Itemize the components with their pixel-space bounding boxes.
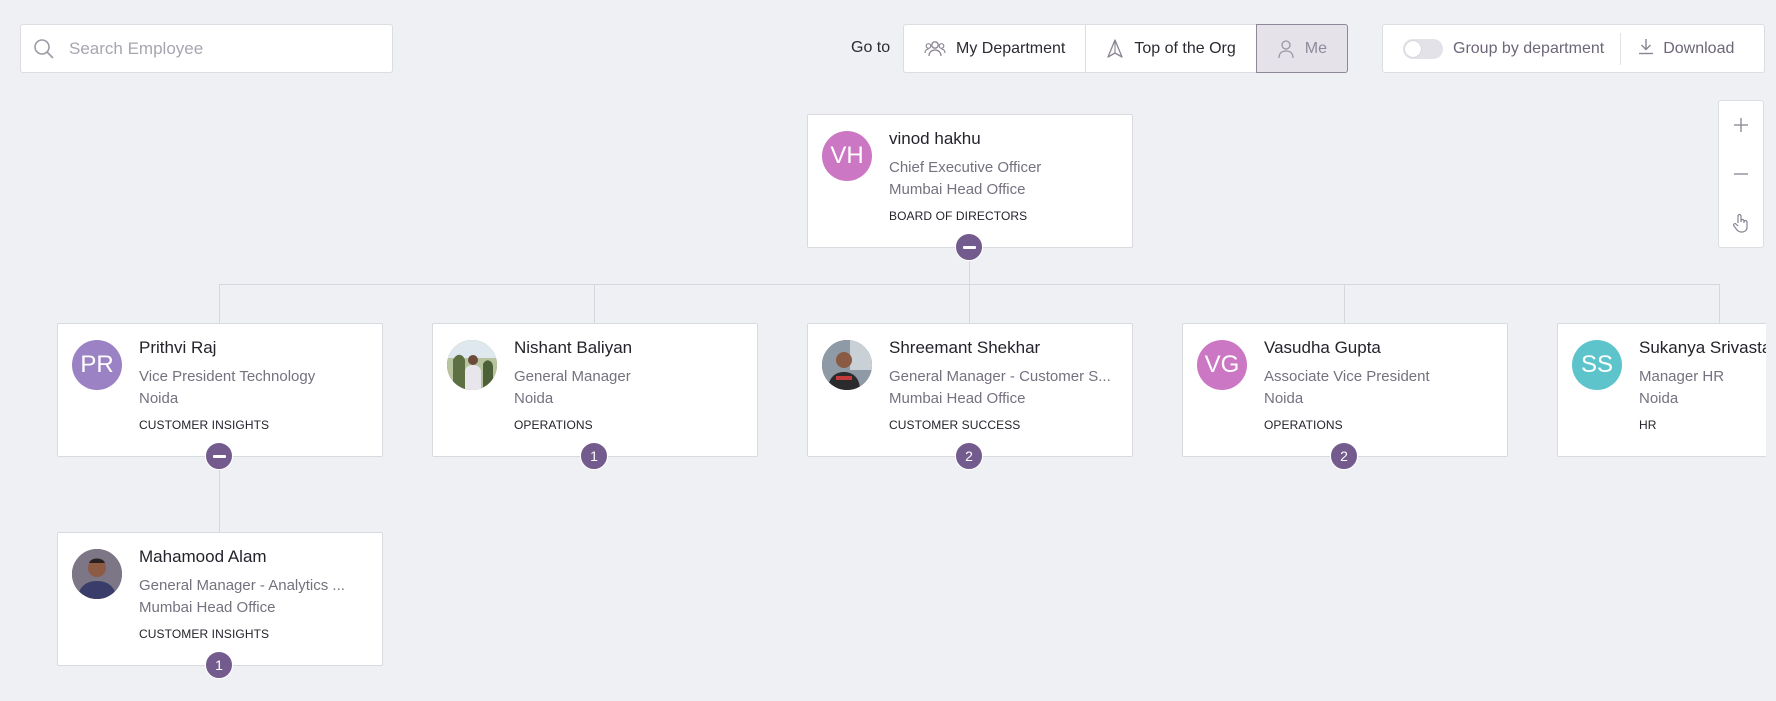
employee-title: General Manager - Customer S...: [889, 368, 1111, 385]
employee-title: Vice President Technology: [139, 368, 316, 385]
collapse-button[interactable]: [205, 442, 233, 470]
employee-department: CUSTOMER INSIGHTS: [139, 627, 270, 641]
employee-department: OPERATIONS: [1264, 418, 1343, 432]
employee-card[interactable]: VG Vasudha Gupta Associate Vice Presiden…: [1182, 323, 1508, 457]
employee-location: Noida: [514, 390, 554, 407]
employee-title: Chief Executive Officer: [889, 159, 1042, 176]
employee-location: Noida: [1264, 390, 1304, 407]
employee-name: Nishant Baliyan: [514, 338, 633, 357]
employee-card[interactable]: PR Prithvi Raj Vice President Technology…: [57, 323, 383, 457]
avatar: SS: [1572, 340, 1622, 390]
avatar-photo: [447, 340, 497, 390]
avatar-initials: PR: [80, 351, 114, 378]
avatar: VH: [822, 131, 872, 181]
avatar-photo: [72, 549, 122, 599]
employee-location: Mumbai Head Office: [889, 181, 1026, 198]
employee-department: BOARD OF DIRECTORS: [889, 209, 1028, 223]
employee-card[interactable]: SS Sukanya Srivastava Manager HR Noida H…: [1557, 323, 1766, 457]
employee-title: General Manager - Analytics ...: [139, 577, 345, 594]
connector-report-2: [594, 284, 595, 323]
employee-name: vinod hakhu: [889, 129, 981, 148]
connector-report-4: [1344, 284, 1345, 323]
connector-report-3: [969, 284, 970, 323]
connector-report-1: [219, 284, 220, 323]
employee-name: Sukanya Srivastava: [1639, 338, 1766, 357]
minus-icon: [962, 245, 976, 249]
employee-card[interactable]: Nishant Baliyan General Manager Noida OP…: [432, 323, 758, 457]
employee-department: CUSTOMER INSIGHTS: [139, 418, 270, 432]
employee-department: CUSTOMER SUCCESS: [889, 418, 1021, 432]
employee-title: Manager HR: [1639, 368, 1725, 385]
employee-name: Prithvi Raj: [139, 338, 217, 357]
org-chart-canvas: VH vinod hakhu Chief Executive Officer M…: [0, 0, 1766, 701]
employee-name: Shreemant Shekhar: [889, 338, 1041, 357]
avatar-initials: VG: [1204, 351, 1240, 378]
employee-location: Noida: [1639, 390, 1679, 407]
direct-reports-count-badge[interactable]: 1: [580, 442, 608, 470]
employee-department: OPERATIONS: [514, 418, 593, 432]
employee-location: Mumbai Head Office: [139, 599, 276, 616]
avatar-photo: [822, 340, 872, 390]
minus-icon: [212, 454, 226, 458]
direct-reports-count-badge[interactable]: 1: [205, 651, 233, 679]
avatar-initials: VH: [830, 142, 864, 169]
employee-name: Vasudha Gupta: [1264, 338, 1381, 357]
employee-card[interactable]: Shreemant Shekhar General Manager - Cust…: [807, 323, 1133, 457]
employee-card[interactable]: Mahamood Alam General Manager - Analytic…: [57, 532, 383, 666]
avatar: PR: [72, 340, 122, 390]
direct-reports-count-badge[interactable]: 2: [1330, 442, 1358, 470]
avatar: VG: [1197, 340, 1247, 390]
employee-title: General Manager: [514, 368, 631, 385]
employee-department: HR: [1639, 418, 1657, 432]
employee-location: Mumbai Head Office: [889, 390, 1026, 407]
employee-card-root[interactable]: VH vinod hakhu Chief Executive Officer M…: [807, 114, 1133, 248]
employee-name: Mahamood Alam: [139, 547, 267, 566]
connector-report-5: [1719, 284, 1720, 323]
avatar-initials: SS: [1580, 351, 1613, 378]
collapse-button[interactable]: [955, 233, 983, 261]
employee-title: Associate Vice President: [1264, 368, 1430, 385]
direct-reports-count-badge[interactable]: 2: [955, 442, 983, 470]
employee-location: Noida: [139, 390, 179, 407]
